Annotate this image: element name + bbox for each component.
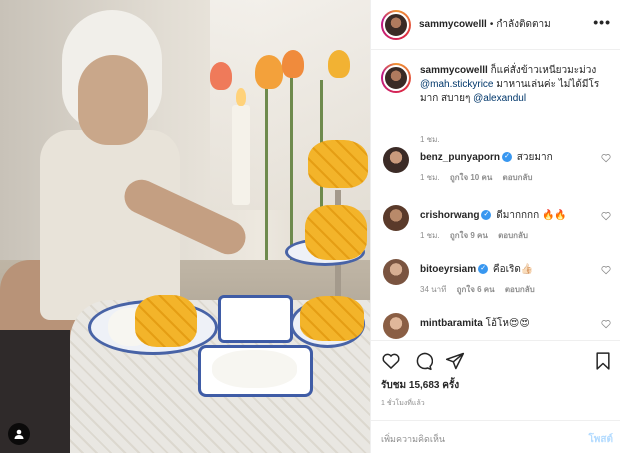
comment-likes[interactable]: ถูกใจ 10 คน bbox=[450, 173, 492, 182]
comment-line: mintbaramita โอ้โห😍😍 bbox=[420, 316, 530, 331]
media-mango bbox=[135, 295, 197, 347]
heart-icon[interactable] bbox=[601, 153, 611, 163]
author-username[interactable]: sammycowelll bbox=[419, 19, 487, 30]
caption-body: ก็แค่สั่งข้าวเหนียวมะม่วง bbox=[490, 65, 597, 76]
comment-item: bitoeyrsiam ✓ คือเริด👍🏻 34 นาที ถูกใจ 6 ค… bbox=[381, 259, 611, 299]
comment-time: 1 ชม. bbox=[420, 173, 440, 182]
author-avatar[interactable] bbox=[381, 63, 411, 93]
save-icon[interactable] bbox=[593, 351, 613, 371]
commenter-avatar[interactable] bbox=[383, 205, 409, 231]
comment-meta: 1 ชม. ถูกใจ 9 คน ตอบกลับ bbox=[420, 229, 536, 242]
commenter-avatar[interactable] bbox=[383, 313, 409, 339]
post-timestamp: 1 ชั่วโมงที่แล้ว bbox=[381, 400, 425, 407]
commenter-avatar[interactable] bbox=[383, 259, 409, 285]
verified-icon: ✓ bbox=[481, 210, 492, 221]
reply-button[interactable]: ตอบกลับ bbox=[505, 285, 535, 294]
comment-text: สวยมาก bbox=[516, 152, 553, 163]
commenter-username[interactable]: bitoeyrsiam bbox=[420, 264, 476, 275]
media-candle-flame bbox=[236, 88, 246, 106]
media-tulip bbox=[210, 62, 232, 90]
verified-icon: ✓ bbox=[478, 264, 489, 275]
verified-icon: ✓ bbox=[502, 152, 513, 163]
comment-line: crishorwang ✓ ดีมากกกก 🔥🔥 bbox=[420, 208, 567, 223]
header-separator: • bbox=[489, 19, 494, 30]
comment-likes[interactable]: ถูกใจ 6 คน bbox=[457, 285, 495, 294]
tag-person-button[interactable] bbox=[8, 423, 30, 445]
media-mango bbox=[300, 296, 364, 341]
more-icon[interactable]: ••• bbox=[593, 14, 611, 30]
post-side-panel: sammycowelll • กำลังติดตาม ••• sammycowe… bbox=[370, 0, 620, 453]
add-comment-bar: เพิ่มความคิดเห็น โพสต์ bbox=[371, 420, 620, 453]
commenter-username[interactable]: mintbaramita bbox=[420, 318, 483, 329]
view-count[interactable]: รับชม 15,683 ครั้ง bbox=[381, 378, 459, 393]
media-mango bbox=[305, 205, 367, 260]
media-blue-dish bbox=[218, 295, 293, 343]
media-flower-stem bbox=[265, 70, 268, 260]
caption-mention[interactable]: @mah.stickyrice bbox=[420, 79, 494, 90]
add-comment-input[interactable]: เพิ่มความคิดเห็น bbox=[381, 432, 445, 446]
media-tulip bbox=[255, 55, 283, 89]
caption-text: sammycowelll ก็แค่สั่งข้าวเหนียวมะม่วง @… bbox=[420, 64, 610, 106]
commenter-username[interactable]: crishorwang bbox=[420, 210, 479, 221]
media-person-face bbox=[78, 55, 148, 145]
commenter-avatar[interactable] bbox=[383, 147, 409, 173]
media-candle bbox=[232, 105, 250, 205]
reply-button[interactable]: ตอบกลับ bbox=[503, 173, 533, 182]
comment-time: 1 ชม. bbox=[420, 231, 440, 240]
comment-meta: 1 ชม. ถูกใจ 10 คน ตอบกลับ bbox=[420, 171, 540, 184]
media-person-body bbox=[40, 130, 180, 320]
comment-text: คือเริด👍🏻 bbox=[492, 264, 534, 275]
post-media[interactable] bbox=[0, 0, 370, 453]
comment-item: crishorwang ✓ ดีมากกกก 🔥🔥 1 ชม. ถูกใจ 9 ค… bbox=[381, 205, 611, 245]
tag-person-icon bbox=[14, 429, 24, 439]
author-avatar[interactable] bbox=[381, 9, 411, 40]
comments-list[interactable]: sammycowelll ก็แค่สั่งข้าวเหนียวมะม่วง @… bbox=[371, 50, 620, 340]
reply-button[interactable]: ตอบกลับ bbox=[498, 231, 528, 240]
caption-username[interactable]: sammycowelll bbox=[420, 65, 488, 76]
heart-icon[interactable] bbox=[601, 211, 611, 221]
heart-icon[interactable] bbox=[601, 319, 611, 329]
comment-text: ดีมากกกก 🔥🔥 bbox=[496, 210, 567, 221]
share-icon[interactable] bbox=[445, 351, 465, 371]
media-sticky-rice bbox=[212, 350, 297, 388]
post-actions bbox=[371, 340, 620, 378]
comment-time: 34 นาที bbox=[420, 285, 447, 294]
commenter-username[interactable]: benz_punyaporn bbox=[420, 152, 500, 163]
caption-time: 1 ชม. bbox=[420, 135, 440, 144]
media-tulip bbox=[282, 50, 304, 78]
heart-icon[interactable] bbox=[381, 351, 401, 371]
comment-icon[interactable] bbox=[413, 351, 433, 371]
comment-line: benz_punyaporn ✓ สวยมาก bbox=[420, 150, 553, 165]
comment-item: benz_punyaporn ✓ สวยมาก 1 ชม. ถูกใจ 10 คน… bbox=[381, 147, 611, 187]
comment-text: โอ้โห😍😍 bbox=[485, 318, 530, 329]
media-mango bbox=[308, 140, 368, 188]
heart-icon[interactable] bbox=[601, 265, 611, 275]
comment-meta: 34 นาที ถูกใจ 6 คน ตอบกลับ bbox=[420, 283, 543, 296]
caption-mention[interactable]: @alexandul bbox=[473, 93, 526, 104]
comment-line: bitoeyrsiam ✓ คือเริด👍🏻 bbox=[420, 262, 533, 277]
post-header: sammycowelll • กำลังติดตาม ••• bbox=[371, 0, 620, 50]
media-flower-stem bbox=[290, 60, 293, 260]
comment-item: mintbaramita โอ้โห😍😍 bbox=[381, 313, 611, 340]
post-comment-button[interactable]: โพสต์ bbox=[588, 432, 613, 447]
comment-likes[interactable]: ถูกใจ 9 คน bbox=[450, 231, 488, 240]
media-tulip bbox=[328, 50, 350, 78]
following-button[interactable]: กำลังติดตาม bbox=[496, 17, 550, 32]
